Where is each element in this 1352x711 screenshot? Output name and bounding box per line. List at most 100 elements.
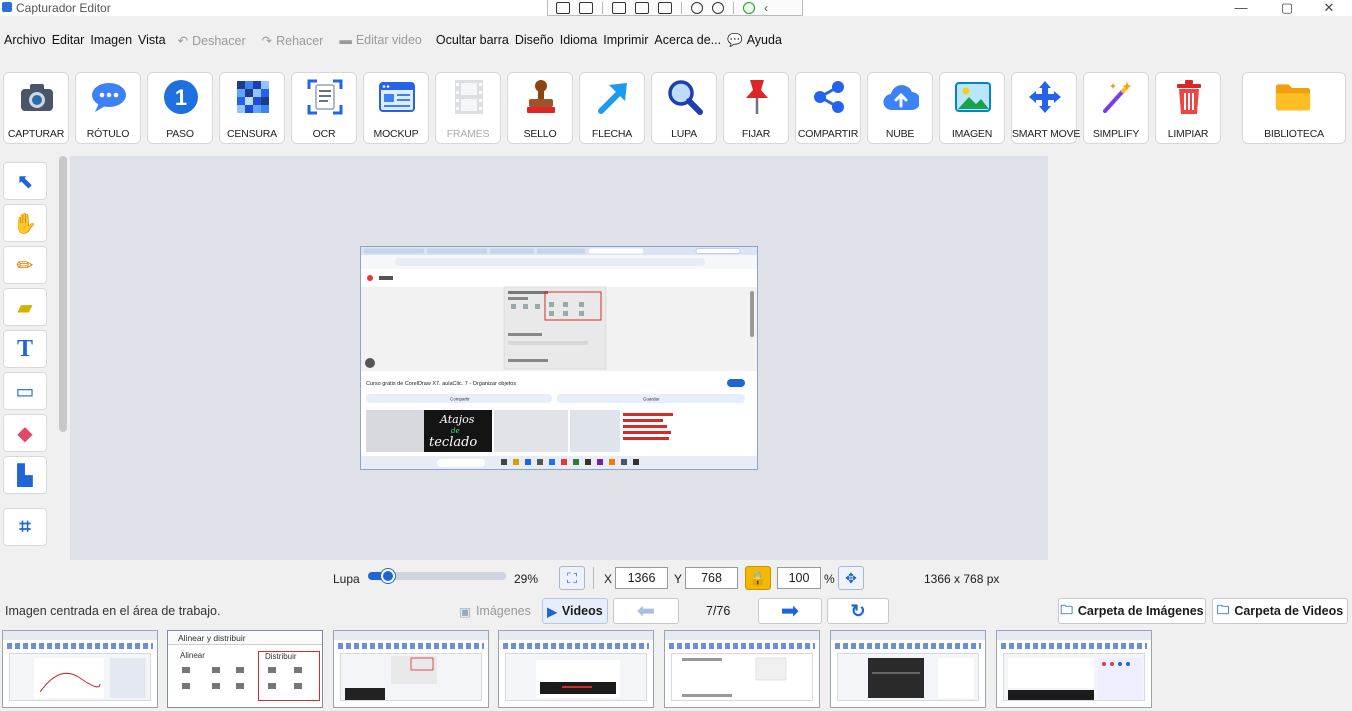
pencil-tool[interactable]: ✏ [3, 246, 47, 284]
videos-tab-label: Videos [561, 604, 603, 618]
move-arrows-icon [1027, 79, 1063, 115]
step-label: PASO [166, 128, 194, 140]
scale-input[interactable]: 100 [777, 567, 821, 589]
ocr-button[interactable]: OCR [291, 72, 357, 144]
collapse-chevron-icon[interactable]: ‹ [764, 1, 768, 15]
thumbnail[interactable] [498, 630, 654, 708]
maximize-button[interactable]: ▢ [1264, 0, 1310, 16]
thumbnail[interactable] [2, 630, 158, 708]
videos-folder-button[interactable]: 🗀 Carpeta de Videos [1212, 598, 1348, 624]
videos-tab[interactable]: ▶ Videos [542, 598, 608, 624]
mockup-button[interactable]: MOCKUP [363, 72, 429, 144]
menu-diseno[interactable]: Diseño [515, 33, 554, 47]
arrow-button[interactable]: FLECHA [579, 72, 645, 144]
thumbnail[interactable] [996, 630, 1152, 708]
divider [602, 1, 603, 14]
brush-icon: ▙ [17, 464, 33, 487]
arrow-label: FLECHA [591, 128, 633, 140]
menu-imprimir[interactable]: Imprimir [603, 33, 648, 47]
height-input[interactable]: 768 [685, 567, 738, 589]
share-button[interactable]: COMPARTIR [795, 72, 861, 144]
menu-idioma[interactable]: Idioma [560, 33, 598, 47]
edit-video-label: Editar video [355, 33, 422, 47]
clear-button[interactable]: LIMPIAR [1155, 72, 1221, 144]
redo-button[interactable]: ↷ Rehacer [262, 33, 324, 48]
text-tool[interactable]: T [3, 330, 47, 368]
step-button[interactable]: 1 PASO [147, 72, 213, 144]
rectangle-tool[interactable]: ▭ [3, 372, 47, 410]
folder-video-icon: 🗀 [1216, 602, 1230, 617]
eraser-icon: ◆ [17, 422, 33, 445]
check-icon[interactable] [743, 1, 755, 14]
brush-tool[interactable]: ▙ [3, 456, 47, 494]
close-button[interactable]: ✕ [1306, 0, 1352, 16]
pencil-icon: ✏ [16, 254, 34, 277]
refresh-button[interactable]: ↻ [827, 598, 889, 624]
stamp-button[interactable]: SELLO [507, 72, 573, 144]
images-folder-button[interactable]: 🗀 Carpeta de Imágenes [1058, 598, 1206, 624]
cloud-button[interactable]: NUBE [867, 72, 933, 144]
capture-button[interactable]: CAPTURAR [3, 72, 69, 144]
pin-label: FIJAR [741, 128, 771, 140]
capture-label: CAPTURAR [7, 128, 65, 140]
captured-screenshot[interactable]: Curso gratis de CorelDraw X7. aulaClic. … [360, 246, 758, 470]
menu-acerca[interactable]: Acerca de... [654, 33, 721, 47]
tools-scrollbar[interactable] [59, 156, 67, 432]
select-tool[interactable]: ⬉ [3, 162, 47, 200]
magnifier-button[interactable]: LUPA [651, 72, 717, 144]
minimize-button[interactable]: — [1218, 0, 1264, 15]
video-capture-icon[interactable] [579, 1, 593, 14]
menu-vista[interactable]: Vista [138, 33, 166, 47]
smart-resize-button[interactable]: ✥ [838, 566, 864, 590]
undo-button[interactable]: ↶ Deshacer [178, 33, 246, 48]
callout-button[interactable]: RÓTULO [75, 72, 141, 144]
scroll-capture-icon[interactable] [658, 1, 672, 14]
censor-button[interactable]: CENSURA [219, 72, 285, 144]
image-label: IMAGEN [951, 128, 993, 140]
window-capture-icon[interactable] [635, 1, 649, 14]
menu-editar[interactable]: Editar [52, 33, 85, 47]
edit-video-button[interactable]: ▬ Editar video [339, 33, 422, 47]
app-logo-icon [2, 2, 12, 12]
status-message: Imagen centrada en el área de trabajo. [5, 604, 221, 618]
zoom-slider-knob[interactable] [381, 569, 395, 583]
region-capture-icon[interactable] [556, 1, 570, 14]
thumbnail-title: Alinear y distribuir [178, 633, 246, 643]
screenshot-heading: Curso gratis de CorelDraw X7. aulaClic. … [366, 381, 516, 387]
eraser-tool[interactable]: ◆ [3, 414, 47, 452]
hand-tool[interactable]: ✋ [3, 204, 47, 242]
record-icon[interactable] [691, 1, 703, 14]
help-button[interactable]: 💬 Ayuda [727, 33, 782, 48]
smart-move-button[interactable]: SMART MOVE [1011, 72, 1080, 144]
thumbnail[interactable] [333, 630, 489, 708]
videos-folder-label: Carpeta de Videos [1234, 604, 1344, 618]
thumbnail[interactable] [664, 630, 820, 708]
zoom-label: Lupa [333, 572, 360, 586]
library-button[interactable]: BIBLIOTECA [1242, 72, 1346, 144]
menu-ocultar-barra[interactable]: Ocultar barra [436, 33, 509, 47]
thumbnail[interactable]: Alinear y distribuir Alinear Distribuir [167, 630, 323, 708]
menu-imagen[interactable]: Imagen [90, 33, 132, 47]
frames-button[interactable]: FRAMES [435, 72, 501, 144]
aspect-lock-button[interactable]: 🔒 [745, 566, 771, 590]
pin-icon [739, 79, 775, 115]
width-input[interactable]: 1366 [615, 567, 668, 589]
previous-button[interactable]: ⬅ [613, 598, 679, 624]
accessibility-icon[interactable] [712, 1, 724, 14]
image-button[interactable]: IMAGEN [939, 72, 1005, 144]
menu-archivo[interactable]: Archivo [4, 33, 46, 47]
crop-tool[interactable]: ⌗ [3, 508, 47, 546]
highlighter-tool[interactable]: ▰ [3, 288, 47, 326]
refresh-icon: ↻ [850, 600, 866, 621]
next-button[interactable]: ➡ [758, 598, 822, 624]
menu-bar: Archivo Editar Imagen Vista ↶ Deshacer ↷ R… [0, 28, 1352, 52]
fit-to-screen-button[interactable]: ⛶ [559, 566, 585, 590]
highlighter-icon: ▰ [17, 296, 33, 319]
thumbnail[interactable] [830, 630, 986, 708]
simplify-button[interactable]: SIMPLIFY [1083, 72, 1149, 144]
magic-wand-icon [1099, 79, 1135, 115]
pin-button[interactable]: FIJAR [723, 72, 789, 144]
images-tab[interactable]: ▣ Imágenes [453, 598, 537, 624]
pointer-capture-icon[interactable] [612, 1, 626, 14]
hand-icon: ✋ [12, 212, 38, 235]
